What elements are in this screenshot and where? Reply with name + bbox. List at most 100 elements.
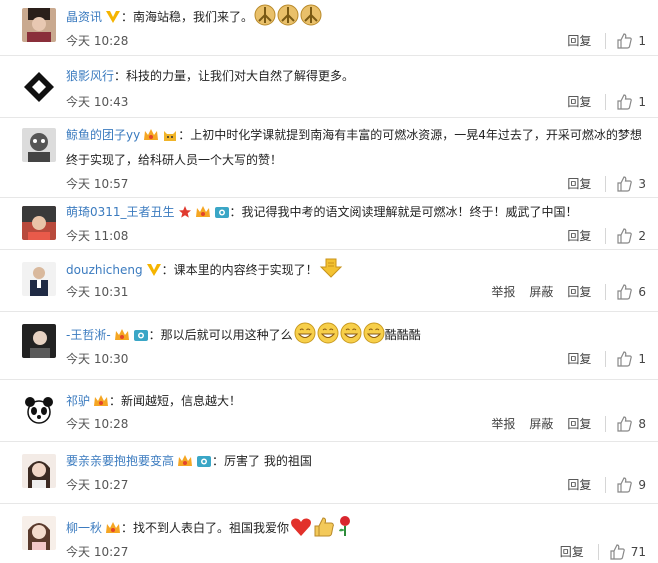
- reply-button[interactable]: 回复: [567, 477, 607, 493]
- grin-emoji-icon: [340, 322, 362, 351]
- comment-time: 今天 10:30: [66, 352, 129, 366]
- comment-text-line: 晶资讯 ：南海站稳，我们来了。: [66, 4, 650, 33]
- like-button[interactable]: 1: [616, 94, 646, 110]
- v-badge-icon: [105, 9, 121, 31]
- comment-actions: 举报 屏蔽 回复 8: [477, 416, 646, 432]
- comment-text-line: 柳一秋 ：找不到人表白了。祖国我爱你: [66, 515, 650, 544]
- avatar[interactable]: [22, 516, 56, 550]
- camera-badge-icon: [214, 204, 230, 226]
- like-button[interactable]: 9: [616, 477, 646, 493]
- comment-time: 今天 11:08: [66, 229, 129, 243]
- avatar[interactable]: [22, 324, 56, 358]
- comment-item: 鲸鱼的团子yy ：上初中时化学课就提到南海有丰富的可燃冰资源，一晃4年过去了，开采…: [0, 118, 658, 198]
- avatar[interactable]: [22, 262, 56, 296]
- comment-time: 今天 10:27: [66, 545, 129, 559]
- comment-item: 萌琦0311_王者丑生 ：我记得我中考的语文阅读理解就是可燃冰！终于！威武了中国！…: [0, 198, 658, 250]
- comment-text-line: 萌琦0311_王者丑生 ：我记得我中考的语文阅读理解就是可燃冰！终于！威武了中国！: [66, 201, 650, 226]
- comment-text-line: -王哲淅- ：那以后就可以用这种了么 酷酷酷: [66, 322, 650, 351]
- block-button[interactable]: 屏蔽: [529, 284, 553, 300]
- member-badge-icon: [177, 453, 193, 475]
- username-link[interactable]: 萌琦0311_王者丑生: [66, 205, 175, 219]
- like-button[interactable]: 1: [616, 351, 646, 367]
- comment-text-line: 狼影风行：科技的力量，让我们对大自然了解得更多。: [66, 65, 650, 87]
- like-count: 3: [638, 177, 646, 191]
- like-button[interactable]: 8: [616, 416, 646, 432]
- like-count: 1: [638, 95, 646, 109]
- thumbs-up-icon: [617, 477, 633, 493]
- comment-actions: 回复 9: [553, 477, 646, 493]
- comment-item: -王哲淅- ：那以后就可以用这种了么 酷酷酷 今天 10:30 回复 1: [0, 312, 658, 380]
- cat-badge-icon: [162, 127, 178, 149]
- like-count: 2: [638, 229, 646, 243]
- thumbs-up-emoji-icon: [313, 517, 335, 544]
- like-button[interactable]: 1: [616, 33, 646, 49]
- username-link[interactable]: -王哲淅-: [66, 328, 111, 342]
- comment-text: ：课本里的内容终于实现了！: [161, 263, 318, 277]
- reply-button[interactable]: 回复: [567, 416, 607, 432]
- comment-time: 今天 10:43: [66, 95, 129, 109]
- like-count: 1: [638, 352, 646, 366]
- username-link[interactable]: 晶资讯: [66, 10, 102, 24]
- username-link[interactable]: 狼影风行: [66, 69, 114, 83]
- username-link[interactable]: 鲸鱼的团子yy: [66, 128, 140, 142]
- comment-time: 今天 10:28: [66, 417, 129, 431]
- avatar[interactable]: [22, 70, 56, 104]
- comment-text-line: douzhicheng ：课本里的内容终于实现了！: [66, 257, 650, 286]
- peace-emoji-icon: [300, 4, 322, 33]
- comment-text: ：新闻越短，信息越大！: [109, 394, 242, 408]
- reply-button[interactable]: 回复: [567, 351, 607, 367]
- thumbs-up-icon: [617, 33, 633, 49]
- comment-text: ：科技的力量，让我们对大自然了解得更多。: [114, 69, 355, 83]
- reply-button[interactable]: 回复: [567, 284, 607, 300]
- avatar[interactable]: [22, 394, 56, 428]
- like-button[interactable]: 3: [616, 176, 646, 192]
- comment-item: 柳一秋 ：找不到人表白了。祖国我爱你 今天 10:27 回复 71: [0, 504, 658, 563]
- camera-badge-icon: [133, 327, 149, 349]
- reply-button[interactable]: 回复: [567, 94, 607, 110]
- comment-time: 今天 10:28: [66, 34, 129, 48]
- comment-text: ：厉害了 我的祖国: [212, 454, 312, 468]
- comment-actions: 回复 1: [553, 351, 646, 367]
- comment-time: 今天 10:57: [66, 177, 129, 191]
- like-button[interactable]: 6: [616, 284, 646, 300]
- down-arrow-emoji-icon: [319, 257, 343, 286]
- username-link[interactable]: 要亲亲要抱抱要变高: [66, 454, 174, 468]
- reply-button[interactable]: 回复: [560, 544, 599, 560]
- comment-item: 祁驴 ：新闻越短，信息越大！ 今天 10:28 举报 屏蔽 回复 8: [0, 380, 658, 442]
- comment-time: 今天 10:31: [66, 285, 129, 299]
- comment-list: 晶资讯 ：南海站稳，我们来了。 今天 10:28 回复 1 狼影风行：科技的力量，…: [0, 0, 658, 563]
- username-link[interactable]: douzhicheng: [66, 263, 143, 277]
- comment-actions: 回复 1: [553, 94, 646, 110]
- reply-button[interactable]: 回复: [567, 176, 607, 192]
- member-badge-icon: [93, 393, 109, 415]
- member-badge-icon: [105, 520, 121, 542]
- avatar[interactable]: [22, 8, 56, 42]
- avatar[interactable]: [22, 128, 56, 162]
- heart-emoji-icon: [290, 517, 312, 544]
- report-button[interactable]: 举报: [491, 416, 515, 432]
- thumbs-up-icon: [617, 94, 633, 110]
- comment-text: ：那以后就可以用这种了么: [148, 328, 293, 342]
- like-count: 8: [638, 417, 646, 431]
- v-badge-icon: [146, 262, 162, 284]
- comment-text: ：找不到人表白了。祖国我爱你: [121, 521, 290, 535]
- report-button[interactable]: 举报: [491, 284, 515, 300]
- username-link[interactable]: 祁驴: [66, 394, 90, 408]
- reply-button[interactable]: 回复: [567, 33, 607, 49]
- comment-item: 狼影风行：科技的力量，让我们对大自然了解得更多。 今天 10:43 回复 1: [0, 56, 658, 118]
- like-count: 6: [638, 285, 646, 299]
- peace-emoji-icon: [254, 4, 276, 33]
- comment-text-line: 祁驴 ：新闻越短，信息越大！: [66, 390, 650, 415]
- like-button[interactable]: 2: [616, 228, 646, 244]
- block-button[interactable]: 屏蔽: [529, 416, 553, 432]
- comment-actions: 回复 3: [553, 176, 646, 192]
- member-badge-icon: [195, 204, 211, 226]
- comment-text-line: 鲸鱼的团子yy ：上初中时化学课就提到南海有丰富的可燃冰资源，一晃4年过去了，开采…: [66, 124, 650, 171]
- comment-item: 晶资讯 ：南海站稳，我们来了。 今天 10:28 回复 1: [0, 0, 658, 56]
- avatar[interactable]: [22, 206, 56, 240]
- like-count: 9: [638, 478, 646, 492]
- like-button[interactable]: 71: [609, 544, 646, 560]
- reply-button[interactable]: 回复: [567, 228, 607, 244]
- username-link[interactable]: 柳一秋: [66, 521, 102, 535]
- avatar[interactable]: [22, 454, 56, 488]
